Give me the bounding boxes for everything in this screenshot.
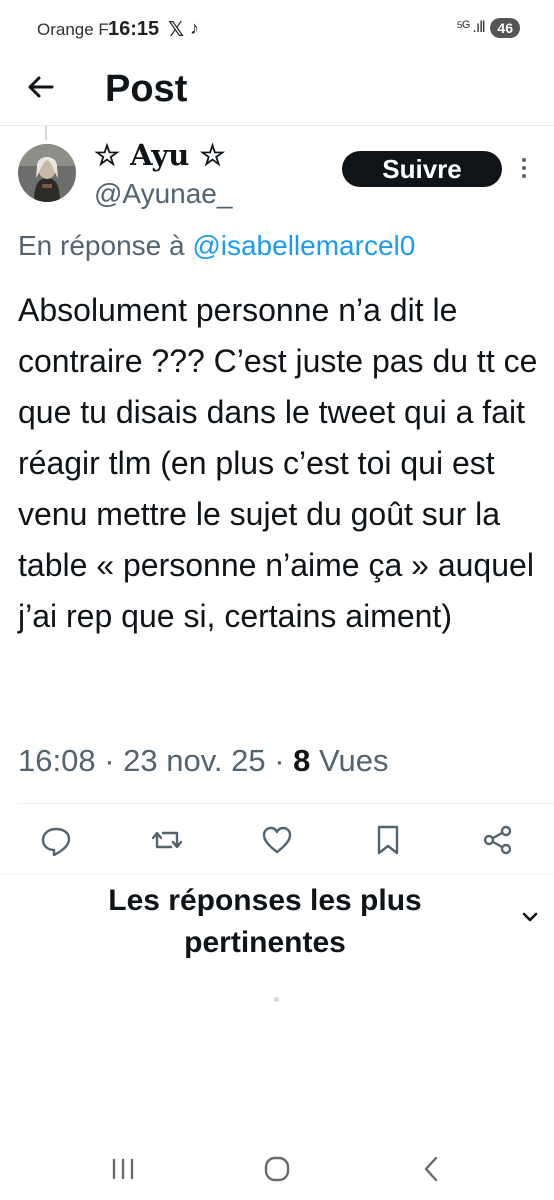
reply-prefix: En réponse à xyxy=(18,230,193,261)
like-icon[interactable] xyxy=(257,820,297,860)
chevron-down-icon[interactable] xyxy=(518,905,542,929)
replies-sort-label[interactable]: Les réponses les plus pertinentes xyxy=(80,880,450,964)
reply-context: En réponse à @isabellemarcel0 xyxy=(18,230,415,262)
status-bar: Orange F 16:15 𝕏 ♪ ⁵ᴳ .ıll 46 xyxy=(0,0,554,60)
reply-mention-link[interactable]: @isabellemarcel0 xyxy=(192,230,415,261)
x-app-icon: 𝕏 xyxy=(168,19,185,41)
share-icon[interactable] xyxy=(478,820,518,860)
views-count: 8 xyxy=(293,743,311,778)
author-handle[interactable]: @Ayunae_ xyxy=(94,178,232,210)
status-indicators: ⁵ᴳ .ıll 46 xyxy=(456,18,520,38)
wifi-signal-icon: ⁵ᴳ .ıll xyxy=(456,19,485,36)
thread-connector-line xyxy=(45,126,47,140)
post-text: Absolument personne n’a dit le contraire… xyxy=(18,292,538,634)
author-name[interactable]: ☆ Ayu ☆ xyxy=(94,138,225,172)
bookmark-icon[interactable] xyxy=(368,820,408,860)
back-icon[interactable] xyxy=(412,1152,452,1186)
retweet-icon[interactable] xyxy=(147,820,187,860)
top-bar: Post xyxy=(0,60,554,126)
page-title: Post xyxy=(105,68,188,110)
avatar[interactable] xyxy=(18,144,76,202)
more-options-icon[interactable] xyxy=(514,152,534,184)
reply-icon[interactable] xyxy=(36,820,76,860)
recent-apps-icon[interactable] xyxy=(103,1152,143,1186)
battery-badge: 46 xyxy=(490,18,520,38)
post-meta: 16:08 · 23 nov. 25 · 8 Vues xyxy=(18,743,389,779)
system-nav-bar xyxy=(0,1140,554,1200)
carrier-label: Orange F xyxy=(37,20,109,39)
home-icon[interactable] xyxy=(257,1152,297,1186)
clock-time: 16:15 xyxy=(108,18,160,40)
views-label: Vues xyxy=(310,743,389,778)
post-timestamp[interactable]: 16:08 · 23 nov. 25 · xyxy=(18,743,293,778)
follow-button[interactable]: Suivre xyxy=(342,151,502,187)
divider xyxy=(18,803,554,804)
loading-indicator xyxy=(274,997,279,1002)
back-arrow-icon[interactable] xyxy=(26,72,56,102)
avatar-image xyxy=(18,144,76,202)
divider xyxy=(0,874,554,875)
tiktok-app-icon: ♪ xyxy=(190,18,199,38)
action-bar xyxy=(0,820,554,860)
